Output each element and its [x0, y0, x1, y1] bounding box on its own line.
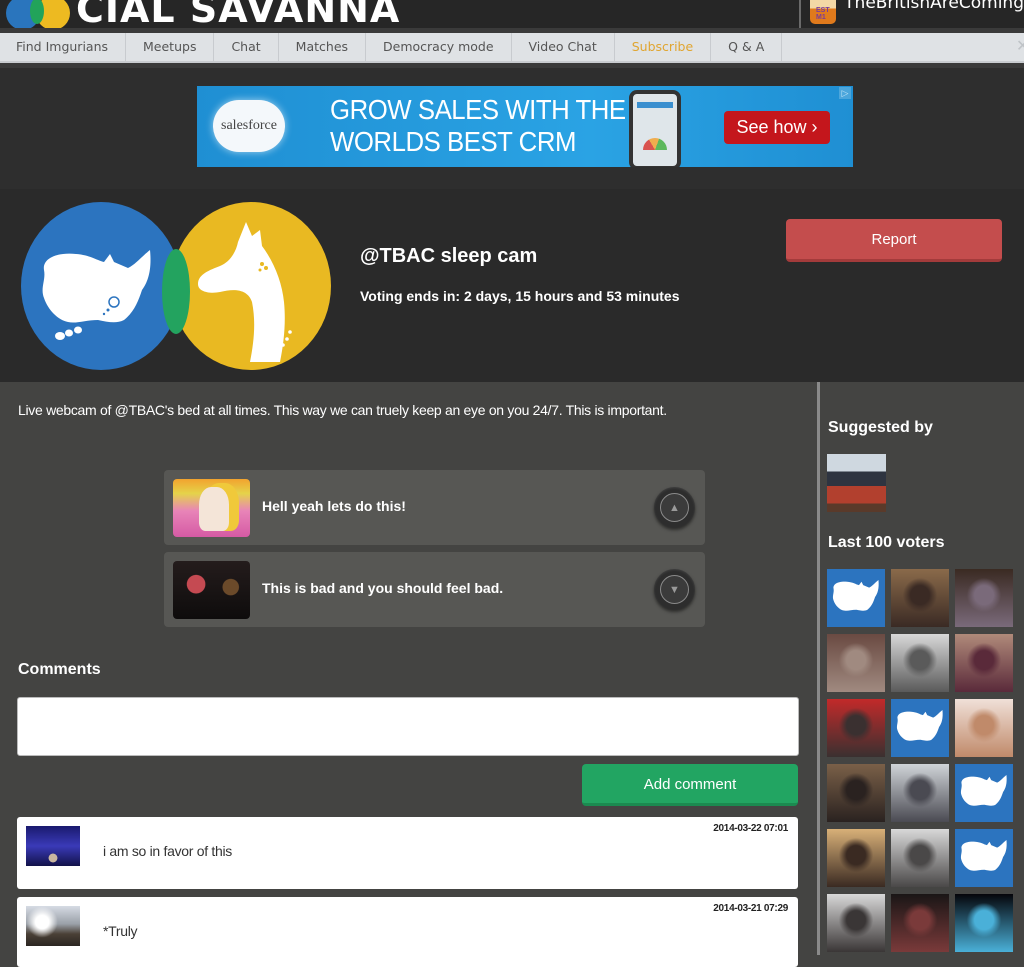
- topic-header: [0, 189, 1024, 382]
- downvote-button[interactable]: ▼: [654, 569, 695, 610]
- ad-band: salesforce GROW SALES WITH THE WORLDS BE…: [0, 68, 1024, 189]
- logo-text: CIAL SAVANNA: [76, 0, 401, 31]
- commenter-avatar[interactable]: [26, 906, 80, 946]
- comment-text: i am so in favor of this: [103, 843, 232, 859]
- adchoices-icon[interactable]: ▷: [839, 87, 851, 99]
- ad-headline-line2: WORLDS BEST CRM: [330, 126, 576, 157]
- rhino-icon: [896, 710, 943, 741]
- ad-banner[interactable]: salesforce GROW SALES WITH THE WORLDS BE…: [197, 86, 853, 167]
- add-comment-button[interactable]: Add comment: [582, 764, 798, 806]
- voter-avatar[interactable]: [955, 829, 1013, 887]
- arrow-up-icon: ▲: [669, 501, 680, 514]
- voter-avatar[interactable]: [827, 634, 885, 692]
- voter-avatar[interactable]: [955, 699, 1013, 757]
- user-menu[interactable]: EST M1 TheBritishAreComing: [799, 0, 1024, 28]
- vote-yes-card[interactable]: Hell yeah lets do this! ▲: [164, 470, 705, 545]
- voter-avatar[interactable]: [891, 764, 949, 822]
- overlap-lens: [162, 249, 190, 334]
- avatar-label: EST M1: [816, 7, 830, 21]
- salesforce-logo: salesforce: [213, 100, 285, 152]
- vote-no-image: [173, 561, 250, 619]
- giraffe-icon: [198, 222, 292, 362]
- rhino-icon: [960, 840, 1007, 871]
- voter-avatar[interactable]: [955, 569, 1013, 627]
- vote-yes-image: [173, 479, 250, 537]
- main-content: Live webcam of @TBAC's bed at all times.…: [0, 382, 817, 967]
- vote-no-label: This is bad and you should feel bad.: [262, 580, 504, 596]
- vote-no-card[interactable]: This is bad and you should feel bad. ▼: [164, 552, 705, 627]
- voters-heading: Last 100 voters: [828, 534, 945, 551]
- voter-avatar[interactable]: [891, 894, 949, 952]
- voter-avatar[interactable]: [891, 569, 949, 627]
- nav-video-chat[interactable]: Video Chat: [512, 33, 615, 61]
- voter-avatar[interactable]: [891, 634, 949, 692]
- topic-description: Live webcam of @TBAC's bed at all times.…: [18, 402, 667, 418]
- topic-logo: [21, 202, 331, 370]
- comment-item: i am so in favor of this 2014-03-22 07:0…: [17, 817, 798, 889]
- nav-meetups[interactable]: Meetups: [126, 33, 215, 61]
- ad-headline-line1: GROW SALES WITH THE: [330, 94, 626, 125]
- report-button[interactable]: Report: [786, 219, 1002, 262]
- main-nav: Find Imgurians Meetups Chat Matches Demo…: [0, 33, 1024, 63]
- commenter-avatar[interactable]: [26, 826, 80, 866]
- comment-input[interactable]: [17, 697, 799, 756]
- voter-avatar[interactable]: [827, 569, 885, 627]
- voter-avatar[interactable]: [955, 634, 1013, 692]
- ad-headline: GROW SALES WITH THE WORLDS BEST CRM: [330, 94, 626, 158]
- rhino-icon: [960, 775, 1007, 806]
- comment-date: 2014-03-21 07:29: [713, 903, 788, 914]
- comment-item: *Truly 2014-03-21 07:29: [17, 897, 798, 967]
- nav-matches[interactable]: Matches: [279, 33, 367, 61]
- nav-subscribe[interactable]: Subscribe: [615, 33, 712, 61]
- ad-cta-button[interactable]: See how ›: [724, 111, 830, 144]
- voters-grid: [827, 569, 1013, 952]
- phone-image: [629, 90, 681, 167]
- voter-avatar[interactable]: [955, 894, 1013, 952]
- comment-text: *Truly: [103, 923, 138, 939]
- nav-chat[interactable]: Chat: [214, 33, 279, 61]
- user-name[interactable]: TheBritishAreComing: [844, 0, 1024, 13]
- close-icon[interactable]: ✕: [1016, 39, 1024, 55]
- sidebar: Suggested by Last 100 voters: [817, 382, 1024, 955]
- comments-heading: Comments: [18, 661, 101, 678]
- rhino-icon: [832, 580, 879, 611]
- nav-qa[interactable]: Q & A: [711, 33, 783, 61]
- vote-yes-label: Hell yeah lets do this!: [262, 498, 406, 514]
- voter-avatar[interactable]: [827, 699, 885, 757]
- voter-avatar[interactable]: [827, 894, 885, 952]
- voter-avatar[interactable]: [955, 764, 1013, 822]
- nav-wrapper: Find Imgurians Meetups Chat Matches Demo…: [0, 28, 1024, 68]
- upvote-button[interactable]: ▲: [654, 487, 695, 528]
- user-avatar[interactable]: EST M1: [810, 0, 837, 24]
- nav-democracy-mode[interactable]: Democracy mode: [366, 33, 512, 61]
- nav-find-imgurians[interactable]: Find Imgurians: [0, 33, 127, 61]
- voter-avatar[interactable]: [827, 764, 885, 822]
- voter-avatar[interactable]: [891, 829, 949, 887]
- arrow-down-icon: ▼: [669, 583, 680, 596]
- voter-avatar[interactable]: [827, 829, 885, 887]
- topic-title: @TBAC sleep cam: [360, 245, 538, 267]
- voting-countdown: Voting ends in: 2 days, 15 hours and 53 …: [360, 288, 680, 304]
- voter-avatar[interactable]: [891, 699, 949, 757]
- comment-date: 2014-03-22 07:01: [713, 823, 788, 834]
- rhino-icon: [42, 250, 151, 340]
- suggester-avatar[interactable]: [827, 454, 886, 512]
- suggested-by-heading: Suggested by: [828, 419, 933, 436]
